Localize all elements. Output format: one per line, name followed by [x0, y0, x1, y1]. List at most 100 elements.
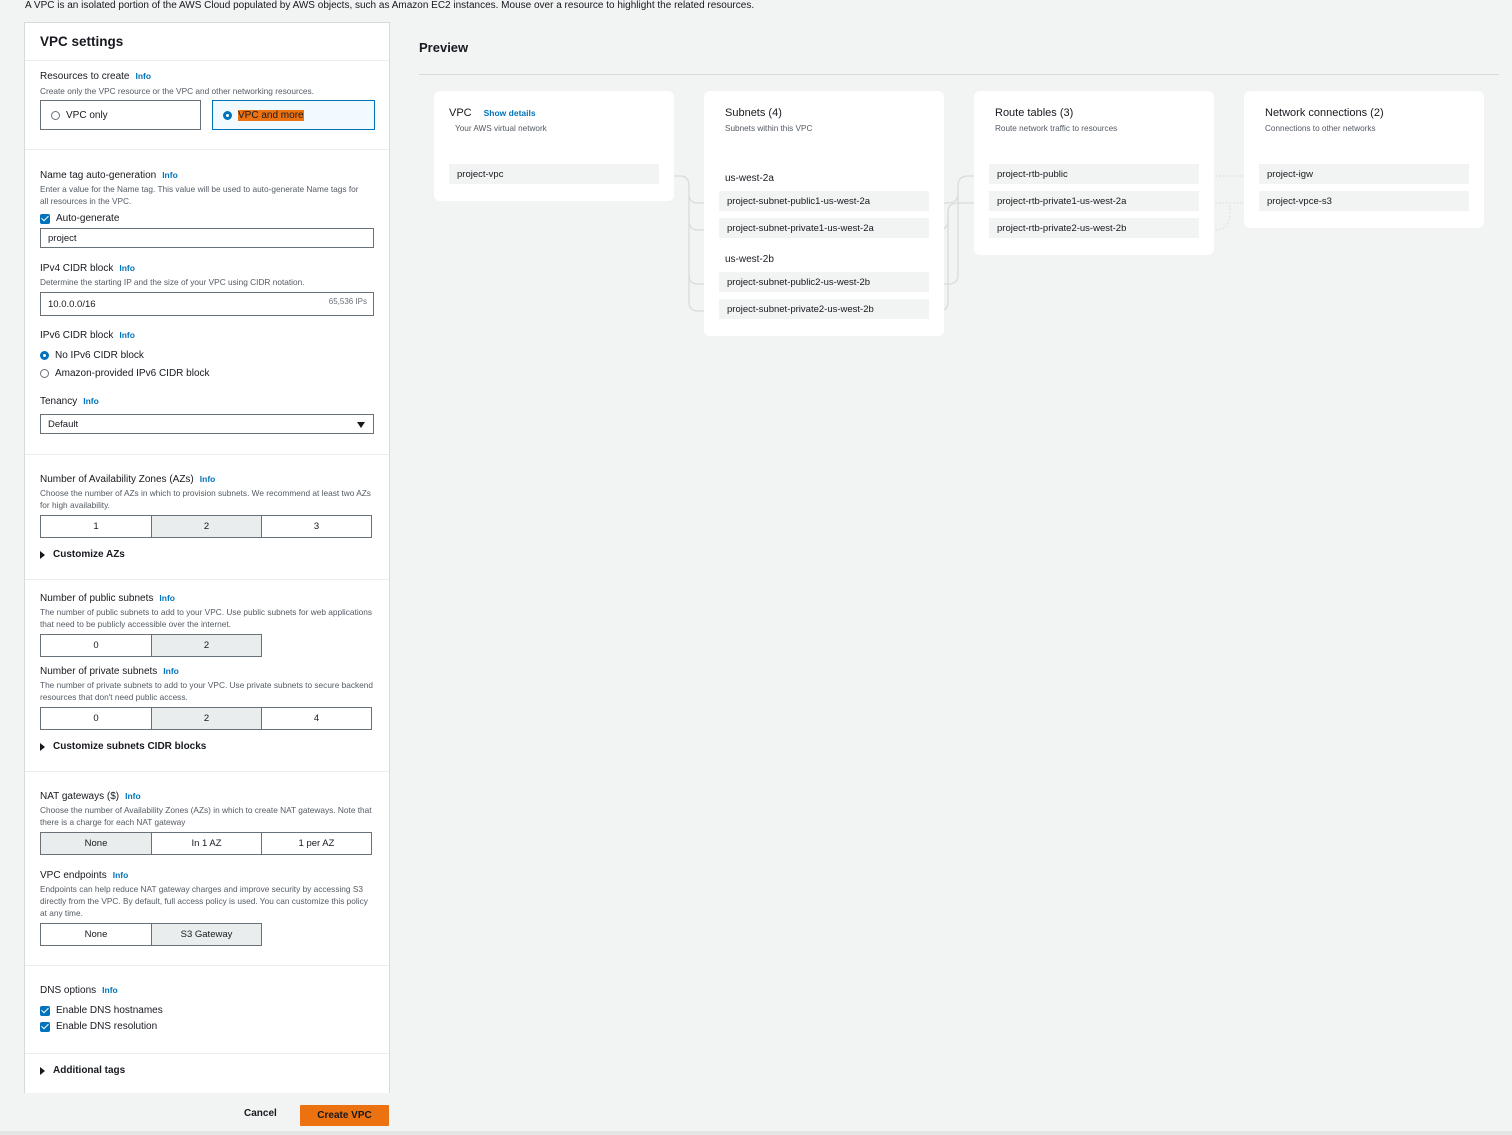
name-tag-input[interactable]: project	[40, 228, 374, 248]
private-subnets-label-text: Number of private subnets	[40, 666, 158, 677]
resource-subnet[interactable]: project-subnet-private2-us-west-2b	[719, 299, 929, 319]
resource-route-table[interactable]: project-rtb-public	[989, 164, 1199, 184]
vpc-only-option[interactable]: VPC only	[40, 100, 201, 130]
azs-option-2[interactable]: 2	[151, 516, 261, 537]
preview-subnets-card: Subnets (4) Subnets within this VPC us-w…	[704, 91, 944, 336]
auto-generate-label: Auto-generate	[56, 213, 120, 224]
info-link[interactable]: Info	[113, 870, 129, 880]
info-link[interactable]: Info	[162, 170, 178, 180]
info-link[interactable]: Info	[163, 666, 179, 676]
route-tables-card-subtitle: Route network traffic to resources	[995, 124, 1118, 133]
radio-selected-icon	[40, 351, 49, 360]
endpoints-label-text: VPC endpoints	[40, 870, 107, 881]
private-subnets-option-4[interactable]: 4	[261, 708, 371, 729]
nat-option-none[interactable]: None	[41, 833, 151, 854]
public-subnets-option-0[interactable]: 0	[41, 635, 151, 656]
info-link[interactable]: Info	[102, 985, 118, 995]
radio-icon	[40, 369, 49, 378]
divider	[25, 579, 389, 580]
public-subnets-desc: The number of public subnets to add to y…	[40, 607, 373, 629]
nat-option-1-az[interactable]: In 1 AZ	[151, 833, 261, 854]
preview-route-tables-card: Route tables (3) Route network traffic t…	[974, 91, 1214, 255]
info-link[interactable]: Info	[200, 474, 216, 484]
additional-tags-label: Additional tags	[53, 1065, 126, 1076]
public-subnets-option-2[interactable]: 2	[151, 635, 261, 656]
azs-label: Number of Availability Zones (AZs) Info	[40, 474, 215, 485]
vpc-and-more-option[interactable]: VPC and more	[212, 100, 375, 130]
endpoints-desc: Endpoints can help reduce NAT gateway ch…	[40, 884, 368, 918]
customize-subnets-cidr-expander[interactable]: Customize subnets CIDR blocks	[40, 741, 206, 752]
caret-right-icon	[40, 1066, 45, 1075]
public-subnets-label: Number of public subnets Info	[40, 593, 175, 604]
dns-hostnames-label: Enable DNS hostnames	[56, 1005, 163, 1016]
ipv4-label: IPv4 CIDR block Info	[40, 263, 135, 274]
azs-option-3[interactable]: 3	[261, 516, 371, 537]
amazon-ipv6-radio[interactable]: Amazon-provided IPv6 CIDR block	[40, 368, 210, 379]
vpc-settings-panel: VPC settings Resources to create Info Cre…	[24, 22, 390, 1093]
resource-subnet[interactable]: project-subnet-public2-us-west-2b	[719, 272, 929, 292]
caret-down-icon	[357, 422, 365, 428]
vpc-card-title: VPC Show details	[449, 107, 536, 119]
divider	[25, 60, 389, 61]
info-link[interactable]: Info	[125, 791, 141, 801]
vpc-card-subtitle: Your AWS virtual network	[455, 124, 547, 133]
nat-label: NAT gateways ($) Info	[40, 791, 141, 802]
ipv4-cidr-input[interactable]: 10.0.0.0/16 65,536 IPs	[40, 292, 374, 316]
private-subnets-option-2[interactable]: 2	[151, 708, 261, 729]
nat-option-per-az[interactable]: 1 per AZ	[261, 833, 371, 854]
private-subnets-option-0[interactable]: 0	[41, 708, 151, 729]
ipv4-value: 10.0.0.0/16	[48, 298, 96, 310]
info-link[interactable]: Info	[83, 396, 99, 406]
checkbox-checked-icon	[40, 1021, 50, 1032]
resource-route-table[interactable]: project-rtb-private2-us-west-2b	[989, 218, 1199, 238]
dns-hostnames-checkbox[interactable]: Enable DNS hostnames	[40, 1005, 163, 1016]
tenancy-value: Default	[48, 418, 79, 430]
resource-route-table[interactable]: project-rtb-private1-us-west-2a	[989, 191, 1199, 211]
preview-divider	[419, 74, 1499, 75]
info-link[interactable]: Info	[119, 330, 135, 340]
dns-label: DNS options Info	[40, 985, 118, 996]
ipv6-label: IPv6 CIDR block Info	[40, 330, 135, 341]
resource-subnet[interactable]: project-subnet-public1-us-west-2a	[719, 191, 929, 211]
checkbox-checked-icon	[40, 1005, 50, 1016]
customize-azs-expander[interactable]: Customize AZs	[40, 549, 125, 560]
resources-desc: Create only the VPC resource or the VPC …	[40, 86, 314, 96]
tenancy-select[interactable]: Default	[40, 414, 374, 434]
caret-right-icon	[40, 550, 45, 559]
endpoints-option-none[interactable]: None	[41, 924, 151, 945]
preview-vpc-card: VPC Show details Your AWS virtual network…	[434, 91, 674, 201]
endpoints-segmented-control: None S3 Gateway	[40, 923, 262, 946]
info-link[interactable]: Info	[119, 263, 135, 273]
ips-count: 65,536 IPs	[328, 297, 367, 306]
resource-vpce[interactable]: project-vpce-s3	[1259, 191, 1469, 211]
resource-vpc[interactable]: project-vpc	[449, 164, 659, 184]
resource-subnet[interactable]: project-subnet-private1-us-west-2a	[719, 218, 929, 238]
cancel-button[interactable]: Cancel	[244, 1108, 277, 1119]
vpc-only-label: VPC only	[66, 109, 108, 121]
info-link[interactable]: Info	[159, 593, 175, 603]
info-link[interactable]: Info	[136, 71, 152, 81]
nametag-desc: Enter a value for the Name tag. This val…	[40, 184, 359, 206]
customize-subnets-label: Customize subnets CIDR blocks	[53, 741, 207, 752]
network-card-subtitle: Connections to other networks	[1265, 124, 1376, 133]
create-vpc-button[interactable]: Create VPC	[300, 1105, 389, 1126]
additional-tags-expander[interactable]: Additional tags	[40, 1065, 125, 1076]
nat-label-text: NAT gateways ($)	[40, 791, 120, 802]
subnets-card-title: Subnets (4)	[725, 107, 782, 119]
endpoints-option-s3-gateway[interactable]: S3 Gateway	[151, 924, 261, 945]
vpc-card-title-text: VPC	[449, 107, 472, 119]
dns-label-text: DNS options	[40, 985, 97, 996]
no-ipv6-radio[interactable]: No IPv6 CIDR block	[40, 350, 144, 361]
name-tag-value: project	[48, 232, 77, 244]
auto-generate-checkbox[interactable]: Auto-generate	[40, 213, 119, 224]
route-tables-card-title: Route tables (3)	[995, 107, 1074, 119]
nat-segmented-control: None In 1 AZ 1 per AZ	[40, 832, 372, 855]
resource-igw[interactable]: project-igw	[1259, 164, 1469, 184]
dns-resolution-checkbox[interactable]: Enable DNS resolution	[40, 1021, 157, 1032]
azs-label-text: Number of Availability Zones (AZs)	[40, 474, 194, 485]
azs-desc: Choose the number of AZs in which to pro…	[40, 488, 371, 510]
azs-option-1[interactable]: 1	[41, 516, 151, 537]
ipv4-desc: Determine the starting IP and the size o…	[40, 277, 305, 287]
show-details-link[interactable]: Show details	[484, 108, 536, 118]
private-subnets-segmented-control: 0 2 4	[40, 707, 372, 730]
